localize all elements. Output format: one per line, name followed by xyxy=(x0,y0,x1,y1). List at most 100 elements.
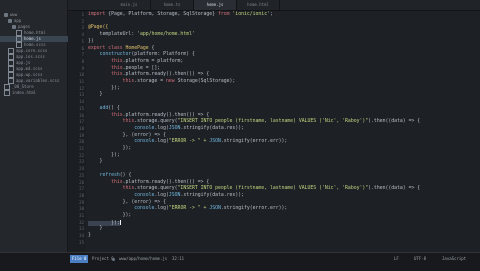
code-line[interactable]: } xyxy=(88,159,103,165)
project-badge[interactable]: File 0 xyxy=(70,255,89,263)
code-line[interactable]: @Page({ xyxy=(88,25,108,31)
file-icon xyxy=(4,90,10,96)
project-tree[interactable]: www app pages home.html home.js home.scss app.… xyxy=(0,0,83,252)
code-line[interactable]: refresh() { xyxy=(88,172,132,179)
code-token: } xyxy=(88,226,103,232)
tab-home-html[interactable]: home.html xyxy=(237,0,280,10)
encoding[interactable]: UTF-8 xyxy=(414,255,426,263)
folder-icon xyxy=(4,13,8,17)
code-token: refresh xyxy=(88,172,120,178)
tree-item-label: app.md.scss xyxy=(16,66,43,71)
code-token: "INSERT INTO people (firstname, lastname… xyxy=(177,119,369,125)
code-token: this xyxy=(88,79,135,84)
tab-home-js[interactable]: home.js xyxy=(194,0,237,10)
code-token: templateUrl: xyxy=(88,32,138,38)
code-token: .storage.query( xyxy=(134,119,178,125)
line-number: 24 xyxy=(79,166,84,172)
code-line[interactable]: this.storage.query("INSERT INTO people (… xyxy=(88,119,421,125)
code-line[interactable]: }); xyxy=(88,213,132,219)
code-token: export xyxy=(88,45,109,51)
cursor-position[interactable]: 32:11 xyxy=(172,255,184,263)
code-line[interactable]: this.platform.ready().then(() => { xyxy=(88,72,209,78)
project-label[interactable]: Project 0 xyxy=(92,255,114,263)
line-number: 7 xyxy=(81,52,84,58)
line-number: 35 xyxy=(79,239,84,245)
code-line[interactable]: }); xyxy=(88,86,120,92)
line-number: 16 xyxy=(79,112,84,118)
code-line[interactable]: }); xyxy=(88,146,132,152)
code-line[interactable]: } xyxy=(88,233,91,239)
code-token: .stringify(error.err)); xyxy=(220,139,288,145)
code-token: this xyxy=(88,119,135,125)
code-line[interactable]: }, (error) => { xyxy=(88,133,166,139)
line-number: 22 xyxy=(79,152,84,158)
line-number: 15 xyxy=(79,105,84,111)
line-number: 12 xyxy=(79,85,84,91)
tree-item[interactable]: index.html xyxy=(0,90,71,96)
tree-item-label: app.wp.scss xyxy=(16,72,43,77)
code-line[interactable]: } xyxy=(88,226,103,232)
code-token: .stringify(error.err)); xyxy=(220,206,288,212)
code-token: from xyxy=(217,12,233,17)
code-token: { xyxy=(151,45,155,51)
code-token: .people = []; xyxy=(122,65,161,71)
line-number: 6 xyxy=(81,45,84,51)
line-number: 9 xyxy=(81,65,84,71)
code-line[interactable]: }); xyxy=(88,153,120,159)
code-line[interactable]: console.log("ERROR -> " + JSON.stringify… xyxy=(88,139,287,145)
code-line[interactable]: }) xyxy=(88,39,94,45)
code-token: class xyxy=(108,45,126,51)
code-token: .platform.ready().then(() => { xyxy=(122,72,210,78)
code-token: this xyxy=(88,179,123,185)
code-token: Storage(SqlStorage); xyxy=(177,79,236,84)
code-line[interactable]: this.platform.ready().then(() => { xyxy=(88,180,209,186)
code-line[interactable]: constructor(platform: Platform) { xyxy=(88,52,195,58)
code-editor[interactable]: 1 2 3 4 5 6 7 8 9 10 11 12 13 14 15 16 17 18 19 20 21 22 23 24 2… xyxy=(68,11,480,252)
file-path[interactable]: www/app/home/home.js xyxy=(119,255,167,263)
line-number: 17 xyxy=(79,119,84,125)
code-line[interactable]: export class HomePage { xyxy=(88,46,154,52)
folder-icon xyxy=(8,19,12,23)
line-number: 1 xyxy=(81,12,84,17)
code-line[interactable]: this.platform = platform; xyxy=(88,59,183,65)
code-line[interactable]: templateUrl: 'app/home/home.html' xyxy=(88,32,195,38)
code-token: .stringify(data.res)); xyxy=(180,125,244,131)
code-token: .storage = xyxy=(134,79,166,84)
folder-icon xyxy=(12,25,16,29)
line-number-gutter: 1 2 3 4 5 6 7 8 9 10 11 12 13 14 15 16 17 18 19 20 21 22 23 24 2… xyxy=(68,11,86,252)
line-number: 28 xyxy=(79,192,84,198)
line-number: 13 xyxy=(79,92,84,98)
code-line[interactable]: add() { xyxy=(88,106,120,112)
code-token: "ERROR -> " + xyxy=(168,206,210,212)
tree-item-label: app.variables.scss xyxy=(16,78,60,83)
code-token: ).then((data) => { xyxy=(368,186,421,192)
status-bar: File 0 Project 0 www/app/home/home.js 32… xyxy=(0,252,480,271)
tree-item-label: _08_Store xyxy=(12,84,34,89)
code-token: 'ionic/ionic' xyxy=(232,12,270,17)
tree-item-label: www xyxy=(10,12,18,17)
tree-item-label: home.html xyxy=(24,30,46,35)
grammar-selector[interactable]: JavaScript xyxy=(442,255,466,263)
code-line[interactable]: console.log(JSON.stringify(data.res)); xyxy=(88,193,244,199)
line-number: 5 xyxy=(81,38,84,44)
tab-home-ts[interactable]: home.ts xyxy=(151,0,194,10)
code-line[interactable]: }); xyxy=(88,219,121,226)
line-number: 21 xyxy=(79,146,84,151)
code-line[interactable]: this.people = []; xyxy=(88,66,160,72)
line-number: 25 xyxy=(79,172,84,178)
code-line[interactable]: console.log(JSON.stringify(data.res)); xyxy=(88,126,244,132)
code-token: .platform = platform; xyxy=(122,58,184,64)
code-token: .log( xyxy=(154,125,169,131)
code-line[interactable]: this.platform.ready().then(() => { xyxy=(88,113,209,119)
code-line[interactable]: this.storage.query("INSERT INTO people (… xyxy=(88,186,421,192)
line-ending[interactable]: LF xyxy=(394,255,399,263)
code-line[interactable]: import {Page, Platform, Storage, SqlStor… xyxy=(88,12,273,18)
tab-main-js[interactable]: main.js xyxy=(108,0,151,10)
code-line[interactable]: }, (error) => { xyxy=(88,200,166,206)
line-number: 29 xyxy=(79,199,84,205)
line-number: 8 xyxy=(81,58,84,64)
tree-item-label: app.js xyxy=(16,60,31,65)
code-line[interactable]: } xyxy=(88,92,103,98)
code-line[interactable]: console.log("ERROR -> " + JSON.stringify… xyxy=(88,206,287,212)
code-line[interactable]: this.storage = new Storage(SqlStorage); xyxy=(88,79,236,85)
